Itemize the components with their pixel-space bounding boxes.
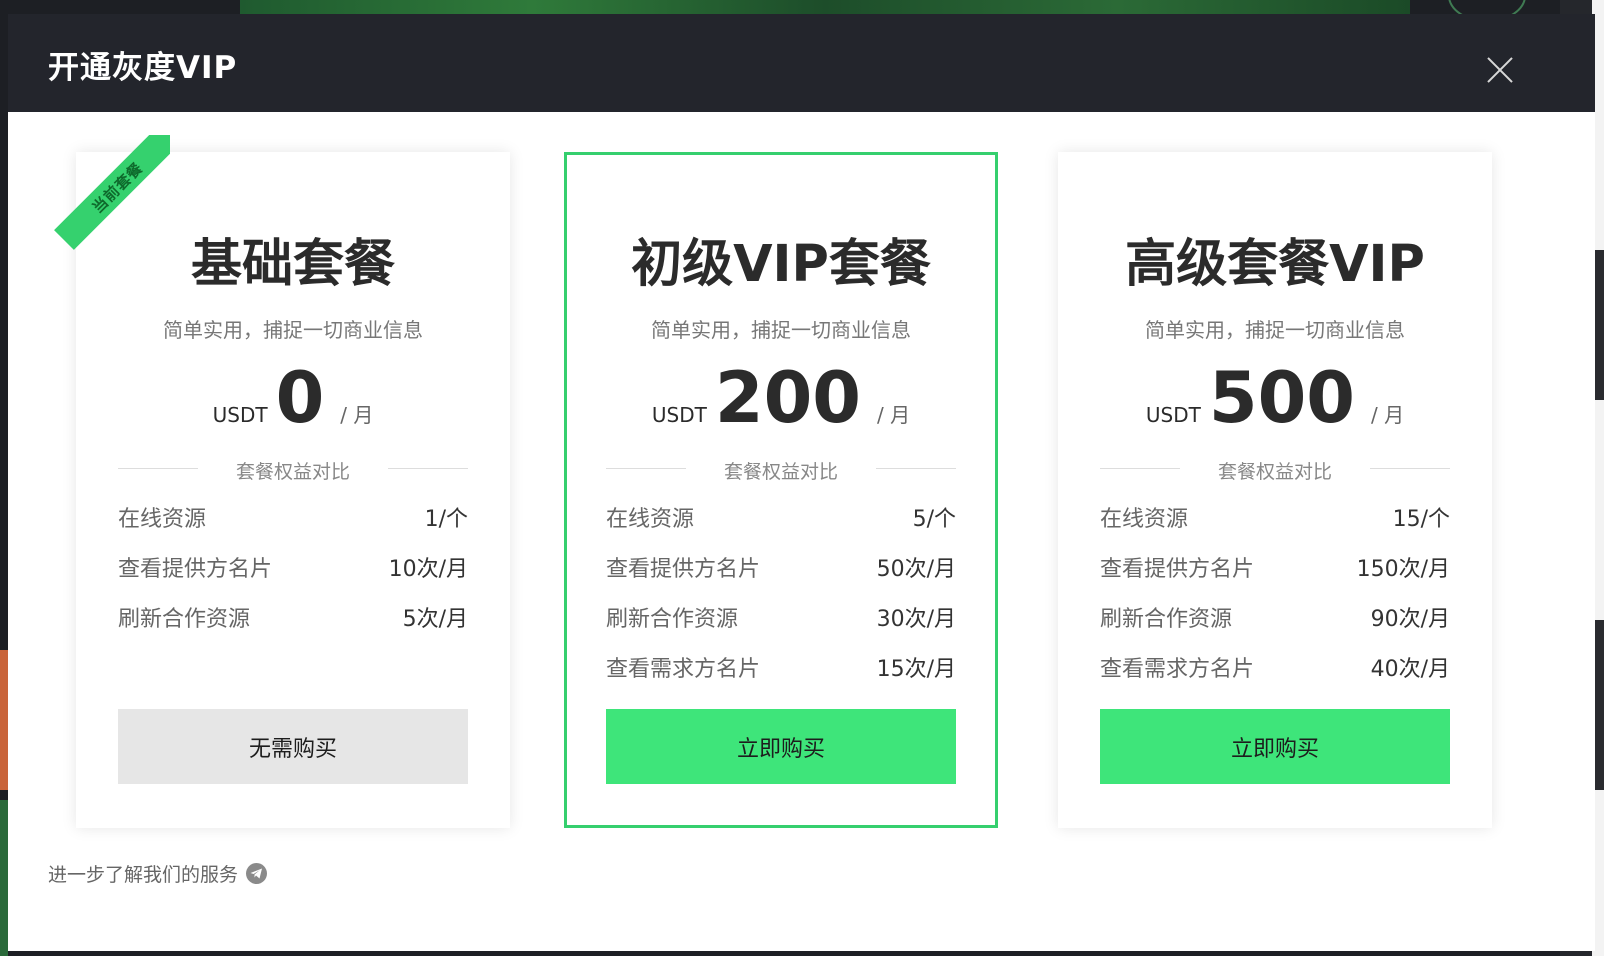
modal-header: 开通灰度VIP — [8, 14, 1595, 112]
price-row: USDT 0 / 月 — [76, 357, 510, 439]
plan-card-junior-vip: 初级VIP套餐 简单实用，捕捉一切商业信息 USDT 200/ 月 套餐权益对比 … — [564, 152, 998, 828]
plan-card-basic: 当前套餐 基础套餐 简单实用，捕捉一切商业信息 USDT 0/ 月 套餐权益对比 … — [54, 135, 510, 828]
price-row: USDT 200 / 月 — [567, 357, 995, 439]
benefit-value: 15次/月 — [876, 657, 956, 682]
benefit-row: 在线资源 1/个 — [118, 492, 468, 542]
benefit-row: 刷新合作资源 90次/月 — [1100, 592, 1450, 642]
plan-description: 简单实用，捕捉一切商业信息 — [163, 318, 423, 342]
benefit-value: 50次/月 — [876, 557, 956, 582]
background-panel — [0, 650, 8, 790]
benefit-list: 在线资源 1/个 查看提供方名片 10次/月 刷新合作资源 5次/月 — [118, 492, 468, 642]
currency-label: USDT — [1145, 403, 1201, 427]
benefit-value: 5次/月 — [402, 607, 468, 632]
plan-name: 高级套餐VIP — [1125, 235, 1425, 294]
divider-line — [388, 468, 468, 469]
benefit-label: 查看需求方名片 — [1100, 657, 1255, 682]
no-purchase-button[interactable]: 无需购买 — [118, 709, 468, 784]
benefit-value: 5/个 — [912, 507, 956, 532]
benefit-label: 刷新合作资源 — [1100, 607, 1233, 632]
benefit-label: 查看提供方名片 — [118, 557, 273, 582]
benefit-row: 查看提供方名片 50次/月 — [606, 542, 956, 592]
plan-name: 基础套餐 — [190, 235, 395, 294]
benefit-value: 15/个 — [1392, 507, 1450, 532]
benefit-row: 查看需求方名片 15次/月 — [606, 642, 956, 692]
benefit-list: 在线资源 15/个 查看提供方名片 150次/月 刷新合作资源 90次/月 查看… — [1100, 492, 1450, 692]
price-amount: 500 — [1208, 357, 1355, 439]
benefit-value: 40次/月 — [1370, 657, 1450, 682]
benefit-value: 1/个 — [424, 507, 468, 532]
background-panel — [0, 800, 8, 956]
benefits-section-title: 套餐权益对比 — [723, 461, 838, 483]
price-row: USDT 500 / 月 — [1058, 357, 1492, 439]
benefit-value: 90次/月 — [1370, 607, 1450, 632]
telegram-icon — [246, 863, 268, 884]
benefit-row: 查看提供方名片 150次/月 — [1100, 542, 1450, 592]
divider-line — [1370, 468, 1450, 469]
plan-description: 简单实用，捕捉一切商业信息 — [651, 318, 911, 342]
price-amount: 200 — [714, 357, 861, 439]
benefits-divider: 套餐权益对比 — [1100, 457, 1450, 483]
close-icon[interactable] — [1486, 56, 1514, 84]
benefit-label: 查看提供方名片 — [1100, 557, 1255, 582]
benefit-label: 查看提供方名片 — [606, 557, 761, 582]
benefit-label: 在线资源 — [1100, 507, 1189, 532]
benefit-label: 在线资源 — [118, 507, 207, 532]
price-period: / 月 — [1370, 403, 1405, 427]
benefit-value: 30次/月 — [876, 607, 956, 632]
plan-description: 简单实用，捕捉一切商业信息 — [1145, 318, 1405, 342]
modal-title: 开通灰度VIP — [48, 50, 238, 86]
learn-more-label: 进一步了解我们的服务 — [48, 864, 239, 886]
plan-name: 初级VIP套餐 — [631, 235, 931, 294]
benefit-row: 在线资源 5/个 — [606, 492, 956, 542]
currency-label: USDT — [651, 403, 707, 427]
benefit-label: 刷新合作资源 — [118, 607, 251, 632]
price-amount: 0 — [275, 357, 325, 439]
benefit-list: 在线资源 5/个 查看提供方名片 50次/月 刷新合作资源 30次/月 查看需求… — [606, 492, 956, 692]
buy-now-button[interactable]: 立即购买 — [1100, 709, 1450, 784]
price-period: / 月 — [876, 403, 911, 427]
buy-now-button[interactable]: 立即购买 — [606, 709, 956, 784]
benefits-section-title: 套餐权益对比 — [1217, 461, 1332, 483]
divider-line — [876, 468, 956, 469]
plan-card-senior-vip: 高级套餐VIP 简单实用，捕捉一切商业信息 USDT 500/ 月 套餐权益对比 … — [1058, 152, 1492, 828]
benefits-divider: 套餐权益对比 — [118, 457, 468, 483]
benefit-value: 10次/月 — [388, 557, 468, 582]
price-period: / 月 — [340, 403, 374, 427]
learn-more-link[interactable]: 进一步了解我们的服务 — [48, 860, 268, 887]
benefit-value: 150次/月 — [1356, 557, 1450, 582]
benefit-label: 刷新合作资源 — [606, 607, 739, 632]
benefits-divider: 套餐权益对比 — [606, 457, 956, 483]
benefit-row: 查看需求方名片 40次/月 — [1100, 642, 1450, 692]
benefits-section-title: 套餐权益对比 — [235, 461, 350, 483]
currency-label: USDT — [212, 403, 268, 427]
vip-modal: 开通灰度VIP 当前套餐 基础套餐 简单实用，捕捉一切商业信息 USDT 0/ 月… — [8, 14, 1595, 951]
benefit-label: 在线资源 — [606, 507, 695, 532]
benefit-row: 在线资源 15/个 — [1100, 492, 1450, 542]
benefit-row: 刷新合作资源 30次/月 — [606, 592, 956, 642]
benefit-row: 查看提供方名片 10次/月 — [118, 542, 468, 592]
benefit-row: 刷新合作资源 5次/月 — [118, 592, 468, 642]
benefit-label: 查看需求方名片 — [606, 657, 761, 682]
